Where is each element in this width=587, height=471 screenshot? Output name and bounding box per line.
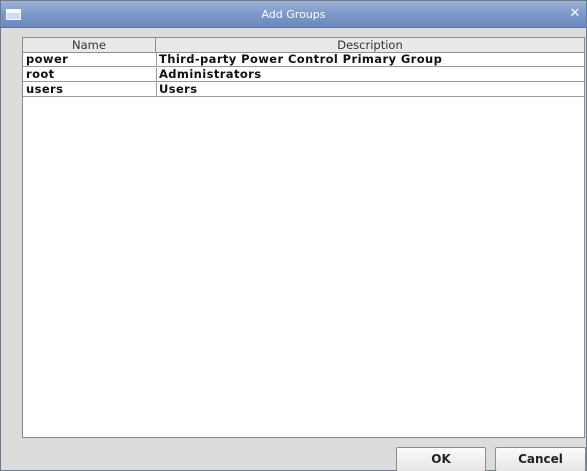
column-header-description[interactable]: Description: [156, 38, 584, 53]
group-name-cell: root: [26, 68, 55, 81]
table-row[interactable]: root Administrators: [23, 68, 584, 82]
table-row[interactable]: power Third-party Power Control Primary …: [23, 53, 584, 67]
ok-button[interactable]: OK: [396, 447, 486, 471]
add-groups-dialog: Add Groups ✕ Name Description power Thir…: [0, 0, 587, 471]
groups-table: Name Description power Third-party Power…: [22, 37, 585, 438]
group-description-cell: Users: [159, 83, 198, 96]
cancel-button[interactable]: Cancel: [495, 447, 586, 471]
column-divider: [156, 68, 157, 82]
group-name-cell: power: [26, 53, 69, 66]
column-header-name[interactable]: Name: [23, 38, 156, 53]
group-description-cell: Administrators: [159, 68, 262, 81]
group-description-cell: Third-party Power Control Primary Group: [159, 53, 443, 66]
window-title: Add Groups: [261, 8, 326, 21]
group-name-cell: users: [26, 83, 64, 96]
table-row[interactable]: users Users: [23, 83, 584, 97]
column-divider: [156, 53, 157, 67]
table-header: Name Description: [23, 38, 584, 53]
title-bar[interactable]: Add Groups ✕: [1, 1, 586, 28]
column-divider: [156, 83, 157, 97]
close-icon[interactable]: ✕: [566, 5, 584, 23]
